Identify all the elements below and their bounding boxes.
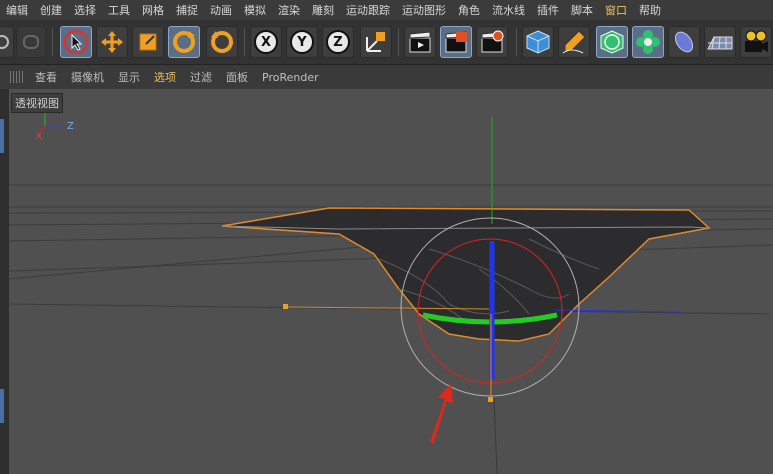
axis-label-z: Z: [67, 121, 74, 132]
menu-item-window[interactable]: 窗口: [599, 2, 633, 18]
render-view-button[interactable]: [404, 26, 436, 58]
toolbar-separator: [244, 28, 245, 56]
toolbar-separator: [398, 28, 399, 56]
panel-grip-icon[interactable]: [10, 71, 24, 83]
pen-icon: [562, 30, 586, 54]
menu-item-create[interactable]: 创建: [34, 2, 68, 18]
viewport-menu-prorender[interactable]: ProRender: [255, 71, 326, 84]
axis-label-x: X: [36, 132, 42, 142]
render-region-button[interactable]: [440, 26, 472, 58]
x-axis-handle[interactable]: [283, 304, 288, 309]
undo-button[interactable]: [0, 26, 14, 58]
cloner-flower-icon: [636, 30, 660, 54]
annotation-arrow: [430, 384, 453, 444]
scale-tool-button[interactable]: [132, 26, 164, 58]
rotate-icon: [173, 31, 195, 53]
viewport-menu-view[interactable]: 查看: [28, 69, 64, 85]
y-axis-lock-button[interactable]: Y: [286, 26, 318, 58]
viewport-menu-bar: 查看 摄像机 显示 选项 过滤 面板 ProRender: [0, 65, 773, 89]
menu-bar: 编辑 创建 选择 工具 网格 捕捉 动画 模拟 渲染 雕刻 运动跟踪 运动图形 …: [0, 0, 773, 20]
floor-object-button[interactable]: [704, 26, 736, 58]
recent-tool-button[interactable]: [206, 26, 238, 58]
toolbar-separator: [52, 28, 53, 56]
x-axis-lock-button[interactable]: X: [250, 26, 282, 58]
undo-icon: [0, 35, 9, 49]
camera-object-button[interactable]: [740, 26, 772, 58]
viewport-title-label: 透视视图: [11, 93, 63, 113]
menu-item-tools[interactable]: 工具: [102, 2, 136, 18]
pivot-handle[interactable]: [488, 397, 493, 402]
cube-icon: [526, 30, 550, 54]
viewport-menu-display[interactable]: 显示: [111, 69, 147, 85]
deformer-button[interactable]: [668, 26, 700, 58]
redo-icon: [23, 35, 39, 49]
viewport-menu-panel[interactable]: 面板: [219, 69, 255, 85]
coordinate-system-button[interactable]: [360, 26, 392, 58]
menu-item-animate[interactable]: 动画: [204, 2, 238, 18]
main-toolbar: X Y Z: [0, 20, 773, 65]
lower-axis-line: [493, 398, 498, 474]
clapboard-region-icon: [445, 31, 467, 53]
toolbar-separator: [516, 28, 517, 56]
pen-spline-button[interactable]: [558, 26, 590, 58]
z-axis-icon: Z: [326, 30, 350, 54]
floor-grid-icon: [707, 36, 733, 50]
scale-square-icon: [139, 33, 157, 51]
menu-item-snap[interactable]: 捕捉: [170, 2, 204, 18]
rotate-tool-button[interactable]: [168, 26, 200, 58]
select-tool-button[interactable]: [60, 26, 92, 58]
camera-icon: [745, 30, 768, 52]
clapboard-gear-icon: [481, 30, 504, 53]
world-axis-icon: [366, 32, 385, 52]
menu-item-select[interactable]: 选择: [68, 2, 102, 18]
y-axis-icon: Y: [290, 30, 314, 54]
render-settings-button[interactable]: [476, 26, 508, 58]
menu-item-mesh[interactable]: 网格: [136, 2, 170, 18]
bend-deformer-icon: [674, 31, 694, 53]
menu-item-character[interactable]: 角色: [452, 2, 486, 18]
x-axis-icon: X: [254, 30, 278, 54]
menu-item-mograph[interactable]: 运动图形: [396, 2, 452, 18]
cursor-arrow-icon: [63, 29, 89, 55]
menu-item-motion-tracking[interactable]: 运动跟踪: [340, 2, 396, 18]
viewport-scene[interactable]: Y Z X: [9, 89, 773, 474]
subdivision-cube-icon: [600, 30, 624, 54]
move-arrows-icon: [101, 31, 123, 53]
left-palette-tab[interactable]: [0, 119, 4, 153]
perspective-viewport[interactable]: Y Z X: [9, 89, 773, 474]
redo-button[interactable]: [16, 26, 46, 58]
left-palette-strip: [0, 89, 9, 474]
menu-item-pipeline[interactable]: 流水线: [486, 2, 531, 18]
cloner-button[interactable]: [632, 26, 664, 58]
viewport-menu-filter[interactable]: 过滤: [183, 69, 219, 85]
cube-object-button[interactable]: [522, 26, 554, 58]
viewport-menu-camera[interactable]: 摄像机: [64, 69, 111, 85]
menu-item-help[interactable]: 帮助: [633, 2, 667, 18]
left-palette-tab[interactable]: [0, 389, 4, 423]
menu-item-edit[interactable]: 编辑: [0, 2, 34, 18]
clapboard-icon: [409, 31, 431, 53]
menu-item-render[interactable]: 渲染: [272, 2, 306, 18]
menu-item-sculpt[interactable]: 雕刻: [306, 2, 340, 18]
viewport-menu-options[interactable]: 选项: [147, 69, 183, 85]
menu-item-script[interactable]: 脚本: [565, 2, 599, 18]
menu-item-plugins[interactable]: 插件: [531, 2, 565, 18]
rotate-recent-icon: [211, 31, 233, 53]
z-axis-lock-button[interactable]: Z: [322, 26, 354, 58]
move-tool-button[interactable]: [96, 26, 128, 58]
subdivision-button[interactable]: [596, 26, 628, 58]
menu-item-simulate[interactable]: 模拟: [238, 2, 272, 18]
